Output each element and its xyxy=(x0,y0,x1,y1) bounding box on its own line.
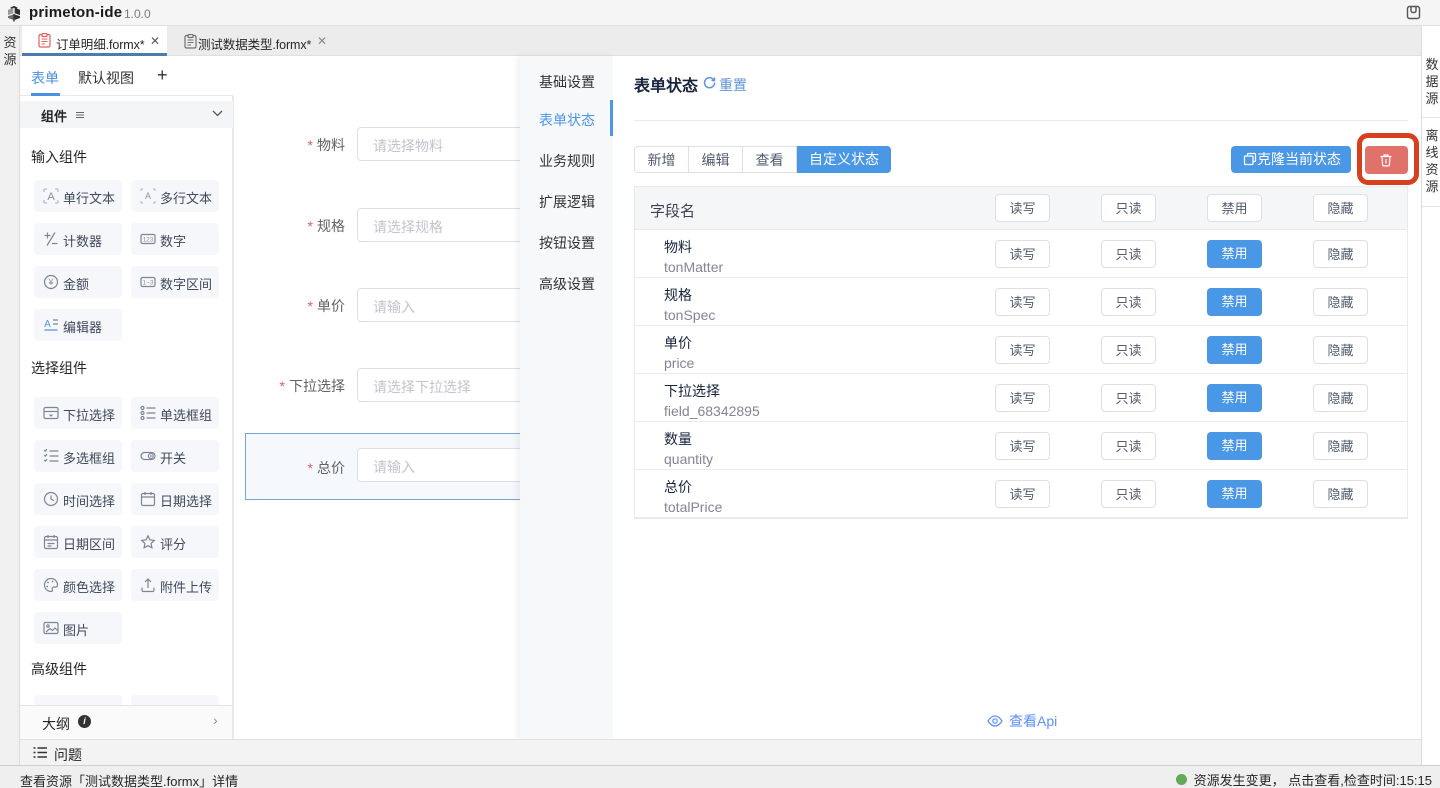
svg-text:123: 123 xyxy=(143,237,154,244)
svg-text:1~3: 1~3 xyxy=(142,280,153,287)
svg-text:A: A xyxy=(145,191,151,201)
svg-text:A: A xyxy=(47,191,55,203)
svg-text:A: A xyxy=(44,319,51,330)
svg-text:¥: ¥ xyxy=(47,277,54,287)
